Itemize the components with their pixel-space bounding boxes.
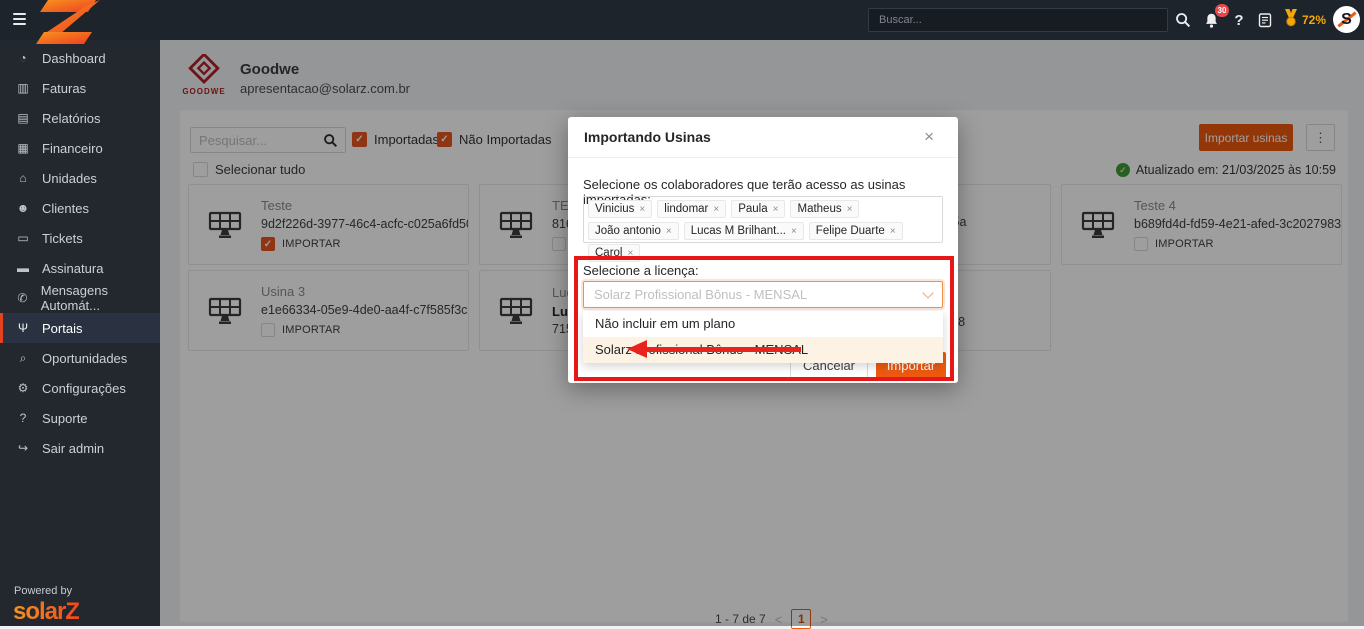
sidebar-item-relatorios[interactable]: ▤Relatórios: [0, 103, 160, 133]
logout-icon: ↪: [15, 441, 31, 455]
notification-badge: 30: [1215, 4, 1229, 17]
account-avatar[interactable]: S: [1333, 6, 1360, 33]
collaborator-tag: Felipe Duarte×: [809, 222, 903, 240]
menu-toggle-icon[interactable]: [13, 13, 26, 25]
sidebar-item-faturas[interactable]: ▥Faturas: [0, 73, 160, 103]
solarz-z-logo: [34, 0, 106, 47]
sidebar-item-suporte[interactable]: ?Suporte: [0, 403, 160, 433]
news-clipboard-icon[interactable]: [1254, 9, 1276, 31]
collaborator-tag: Vinicius×: [588, 200, 652, 218]
sidebar-item-portais[interactable]: ΨPortais: [0, 313, 160, 343]
whatsapp-icon: ✆: [15, 291, 30, 305]
clients-icon: ☻: [15, 201, 31, 215]
license-select[interactable]: Solarz Profissional Bônus - MENSAL: [583, 281, 943, 308]
help-icon[interactable]: ?: [1228, 9, 1250, 31]
sidebar-item-unidades[interactable]: ⌂Unidades: [0, 163, 160, 193]
remove-tag-icon[interactable]: ×: [713, 204, 719, 215]
remove-tag-icon[interactable]: ×: [773, 204, 779, 215]
card-icon: ▬: [15, 261, 31, 275]
sidebar-item-configuracoes[interactable]: ⚙Configurações: [0, 373, 160, 403]
topbar: 30 ? 72% S: [0, 0, 1364, 40]
collaborator-tag: Carol×: [588, 244, 640, 262]
plug-icon: Ψ: [15, 321, 31, 335]
collaborators-multiselect[interactable]: Vinicius× lindomar× Paula× Matheus× João…: [583, 196, 943, 243]
remove-tag-icon[interactable]: ×: [627, 248, 633, 259]
remove-tag-icon[interactable]: ×: [666, 226, 672, 237]
sidebar-item-financeiro[interactable]: ▦Financeiro: [0, 133, 160, 163]
collaborator-tag: Paula×: [731, 200, 785, 218]
home-icon: ⌂: [15, 171, 31, 185]
gear-icon: ⚙: [15, 381, 31, 395]
sidebar: ◔Dashboard ▥Faturas ▤Relatórios ▦Finance…: [0, 40, 160, 626]
remove-tag-icon[interactable]: ×: [639, 204, 645, 215]
magnifier-icon: ⌕: [15, 351, 31, 366]
option-solarz-profissional-bonus[interactable]: Solarz Profissional Bônus - MENSAL: [583, 337, 943, 363]
sidebar-item-dashboard[interactable]: ◔Dashboard: [0, 43, 160, 73]
remove-tag-icon[interactable]: ×: [847, 204, 853, 215]
collaborator-tag: lindomar×: [657, 200, 726, 218]
powered-by-label: Powered by: [14, 585, 72, 597]
collaborator-tag: Matheus×: [790, 200, 859, 218]
chevron-down-icon: [922, 287, 933, 298]
sidebar-item-clientes[interactable]: ☻Clientes: [0, 193, 160, 223]
sidebar-item-assinatura[interactable]: ▬Assinatura: [0, 253, 160, 283]
license-selected-value: Solarz Profissional Bônus - MENSAL: [594, 287, 924, 302]
medal-icon: [1284, 9, 1298, 30]
sidebar-item-sair-admin[interactable]: ↪Sair admin: [0, 433, 160, 463]
search-icon[interactable]: [1172, 9, 1194, 31]
collaborator-tag: João antonio×: [588, 222, 679, 240]
sidebar-item-tickets[interactable]: ▭Tickets: [0, 223, 160, 253]
importando-usinas-modal: Importando Usinas × Selecione os colabor…: [568, 117, 958, 383]
question-icon: ?: [15, 411, 31, 425]
notifications-bell-icon[interactable]: 30: [1200, 9, 1222, 31]
close-icon[interactable]: ×: [924, 127, 934, 147]
reports-icon: ▤: [15, 111, 31, 125]
license-dropdown: Não incluir em um plano Solarz Profissio…: [583, 311, 943, 363]
sidebar-item-oportunidades[interactable]: ⌕Oportunidades: [0, 343, 160, 373]
global-search-input[interactable]: [869, 9, 1167, 31]
collaborator-tag: Lucas M Brilhant...×: [684, 222, 804, 240]
remove-tag-icon[interactable]: ×: [791, 226, 797, 237]
dashboard-icon: ◔: [15, 51, 31, 65]
remove-tag-icon[interactable]: ×: [890, 226, 896, 237]
score-value: 72%: [1302, 13, 1326, 27]
gamification-score[interactable]: 72%: [1284, 9, 1326, 30]
modal-title: Importando Usinas: [584, 129, 924, 145]
sidebar-item-mensagens[interactable]: ✆Mensagens Automát...: [0, 283, 160, 313]
license-label: Selecione a licença:: [583, 263, 699, 278]
global-search[interactable]: [868, 8, 1168, 32]
invoices-icon: ▥: [15, 81, 31, 95]
ticket-icon: ▭: [15, 231, 31, 245]
solarz-wordmark: solarZ: [13, 598, 79, 626]
finance-icon: ▦: [15, 141, 31, 155]
avatar-letter: S: [1341, 11, 1352, 29]
option-nao-incluir[interactable]: Não incluir em um plano: [583, 311, 943, 337]
